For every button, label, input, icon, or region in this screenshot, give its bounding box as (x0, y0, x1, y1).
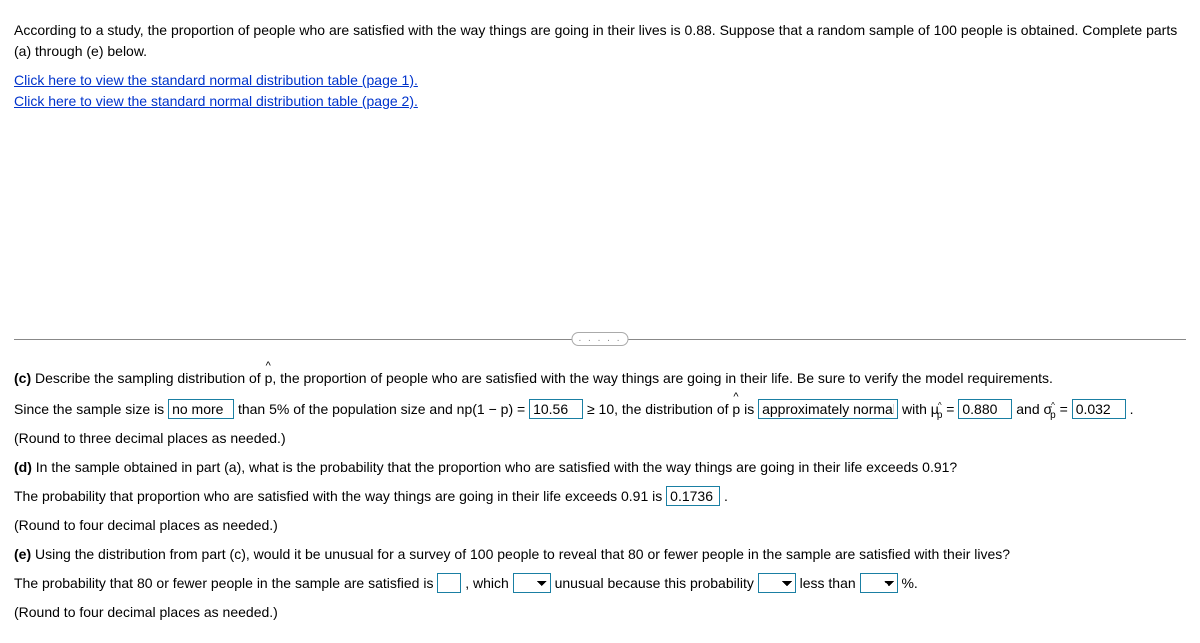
part-c-text-1: Describe the sampling distribution of (35, 370, 265, 386)
part-e-prompt: (e) Using the distribution from part (c)… (14, 544, 1186, 565)
divider-handle-icon[interactable]: . . . . . (571, 332, 628, 346)
select-is-isnot[interactable] (513, 573, 551, 593)
input-sigma[interactable] (1072, 399, 1126, 419)
text-mid1: than 5% of the population size and np(1 … (238, 401, 529, 417)
part-d-label: (d) (14, 459, 32, 475)
text-mid3: is (740, 401, 758, 417)
link-ztable-page2[interactable]: Click here to view the standard normal d… (14, 93, 418, 109)
problem-statement: According to a study, the proportion of … (14, 20, 1186, 62)
part-e-after-sel3: %. (901, 575, 917, 591)
part-d-text: In the sample obtained in part (a), what… (36, 459, 957, 475)
eq2: = (1056, 401, 1072, 417)
part-c-label: (c) (14, 370, 31, 386)
part-c-text-2: , the proportion of people who are satis… (272, 370, 1053, 386)
part-d-before: The probability that proportion who are … (14, 488, 666, 504)
part-c-round-note: (Round to three decimal places as needed… (14, 428, 1186, 449)
text-mid4: with μ (902, 401, 939, 417)
input-prob-d[interactable] (666, 486, 720, 506)
input-np1p[interactable] (529, 399, 583, 419)
subscript-phat-sigma: p (1050, 406, 1056, 423)
period-c: . (1130, 401, 1134, 417)
text-mid5: and σ (1016, 401, 1052, 417)
select-threshold[interactable] (860, 573, 898, 593)
part-c-answer-line: Since the sample size is than 5% of the … (14, 397, 1186, 420)
select-is-isnot-2[interactable] (758, 573, 796, 593)
input-mu[interactable] (958, 399, 1012, 419)
part-e-text: Using the distribution from part (c), wo… (35, 546, 1010, 562)
part-c-prompt: (c) Describe the sampling distribution o… (14, 366, 1186, 389)
part-e-answer-line: The probability that 80 or fewer people … (14, 573, 1186, 594)
part-e-after-sel1: unusual because this probability (555, 575, 758, 591)
part-d-prompt: (d) In the sample obtained in part (a), … (14, 457, 1186, 478)
select-distribution-shape[interactable] (758, 399, 898, 419)
text-before-select1: Since the sample size is (14, 401, 168, 417)
part-e-round-note: (Round to four decimal places as needed.… (14, 602, 1186, 623)
p-hat-symbol-2: p (732, 397, 740, 420)
subscript-phat-mu: p (937, 406, 943, 423)
part-e-after-input: , which (465, 575, 512, 591)
period-d: . (724, 488, 728, 504)
part-e-label: (e) (14, 546, 31, 562)
eq1: = (942, 401, 958, 417)
part-d-round-note: (Round to four decimal places as needed.… (14, 515, 1186, 536)
p-hat-symbol: p (265, 366, 273, 389)
text-mid2: ≥ 10, the distribution of (587, 401, 732, 417)
select-sample-fraction[interactable] (168, 399, 234, 419)
link-ztable-page1[interactable]: Click here to view the standard normal d… (14, 72, 418, 88)
section-divider: . . . . . (14, 332, 1186, 346)
part-d-answer-line: The probability that proportion who are … (14, 486, 1186, 507)
part-e-after-sel2: less than (800, 575, 860, 591)
part-e-before: The probability that 80 or fewer people … (14, 575, 437, 591)
input-prob-e[interactable] (437, 573, 461, 593)
